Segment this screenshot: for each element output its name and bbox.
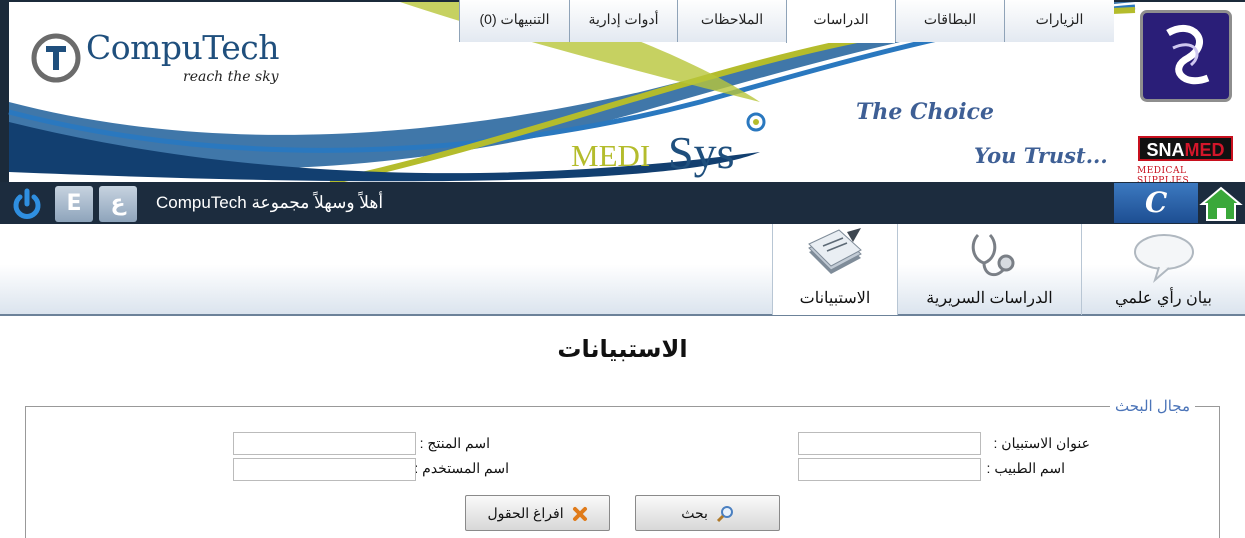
product-swirl-icon — [746, 112, 766, 132]
language-arabic-button[interactable]: ع — [99, 186, 137, 222]
tab-alerts[interactable]: التنبيهات (0) — [459, 0, 569, 42]
submenu-label-scientific-opinion: بيان رأي علمي — [1115, 290, 1212, 307]
search-button-label: بحث — [681, 505, 708, 521]
stethoscope-icon — [971, 233, 1014, 277]
slogan-line1: The Choice — [856, 99, 994, 125]
tab-notes[interactable]: الملاحظات — [677, 0, 786, 42]
search-icon — [716, 506, 733, 523]
page-title: الاستبيانات — [557, 335, 688, 363]
tab-visits[interactable]: الزيارات — [1004, 0, 1114, 42]
computech-logo-icon — [31, 33, 81, 83]
power-icon — [13, 188, 41, 219]
product-name-medi: MEDI — [571, 138, 651, 173]
tab-cards[interactable]: البطاقات — [895, 0, 1004, 42]
language-english-button[interactable]: E — [55, 186, 93, 222]
slogan-line2: You Trust... — [974, 143, 1108, 168]
clear-fields-button[interactable]: افراغ الحقول — [465, 495, 610, 531]
product-name-input[interactable] — [233, 432, 416, 455]
submenu-item-scientific-opinion[interactable]: بيان رأي علمي — [1081, 224, 1245, 315]
search-fieldset-legend: مجال البحث — [1110, 397, 1196, 415]
product-name-sys: Sys — [668, 127, 735, 178]
survey-title-label: عنوان الاستبيان : — [993, 435, 1090, 451]
brand-tagline: reach the sky — [183, 69, 279, 85]
home-button[interactable] — [1198, 182, 1245, 224]
close-icon — [572, 507, 587, 522]
search-button[interactable]: بحث — [635, 495, 780, 531]
submenu-item-clinical-studies[interactable]: الدراسات السريرية — [897, 224, 1081, 315]
clear-fields-button-label: افراغ الحقول — [487, 505, 564, 521]
submenu-item-surveys[interactable]: الاستبيانات — [772, 224, 897, 315]
tab-admin-tools[interactable]: أدوات إدارية — [569, 0, 677, 42]
snamed-suffix: MED — [1184, 140, 1225, 160]
logout-button[interactable] — [8, 186, 46, 222]
home-icon — [1199, 186, 1243, 221]
snamed-subtitle: MEDICAL SUPPLIES — [1137, 166, 1190, 182]
snamed-emblem-icon — [1140, 10, 1232, 102]
welcome-message: أهلاً وسهلاً مجموعة CompuTech — [156, 193, 384, 212]
user-name-input[interactable] — [233, 458, 416, 481]
submenu-label-clinical-studies: الدراسات السريرية — [926, 290, 1053, 307]
user-name-label: اسم المستخدم : — [414, 460, 509, 476]
submenu-label-surveys: الاستبيانات — [799, 290, 871, 307]
snamed-prefix: SNA — [1146, 140, 1185, 160]
tab-studies[interactable]: الدراسات — [786, 0, 895, 43]
brand-name: CompuTech — [86, 28, 280, 67]
c-tab-letter: C — [1145, 186, 1168, 219]
product-name-label: اسم المنتج : — [419, 435, 490, 451]
doctor-name-label: اسم الطبيب : — [986, 460, 1065, 476]
speech-bubble-icon — [1133, 234, 1194, 284]
snamed-logo-text: SNAMED — [1138, 136, 1233, 161]
doctor-name-input[interactable] — [798, 458, 981, 481]
survey-title-input[interactable] — [798, 432, 981, 455]
documents-icon — [808, 228, 862, 274]
